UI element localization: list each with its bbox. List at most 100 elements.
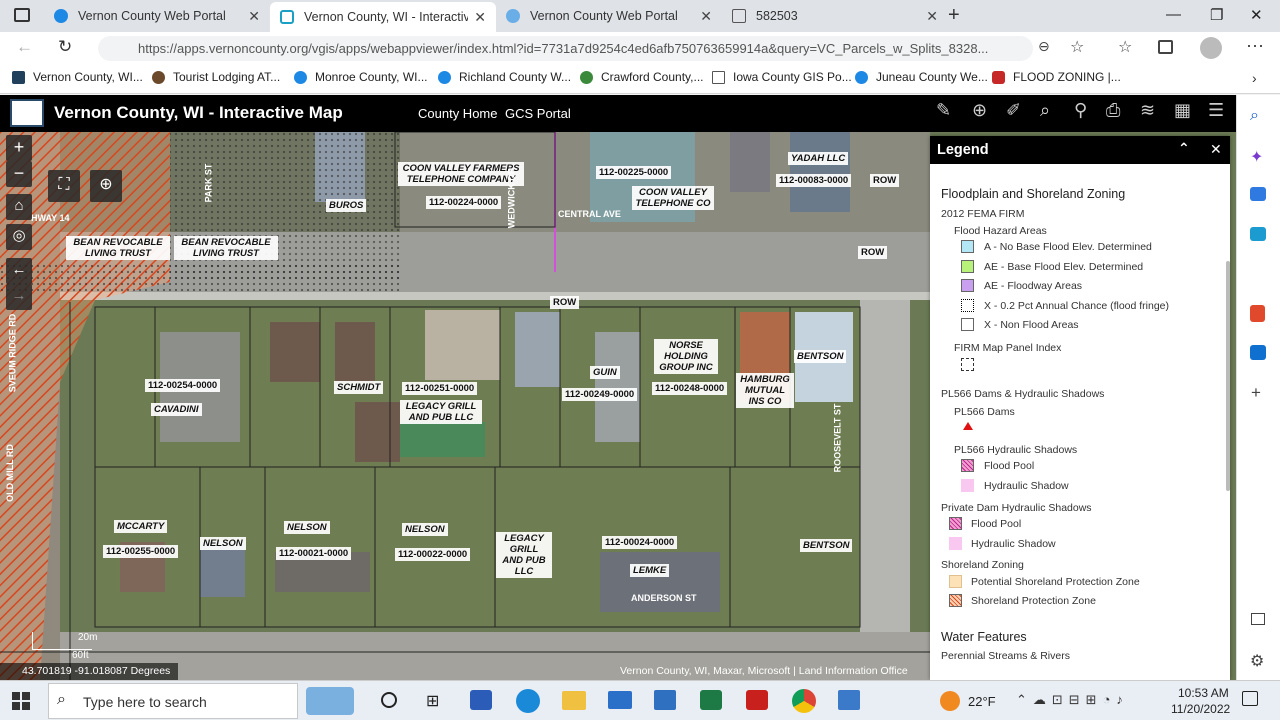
cortana-icon[interactable] — [381, 692, 397, 708]
legend-swatch — [961, 358, 974, 371]
windows-start-icon[interactable] — [12, 692, 30, 710]
street-label: ROOSEVELT ST — [832, 403, 843, 473]
bookmark-5[interactable]: Crawford County,... — [580, 70, 703, 84]
close-tab-icon[interactable]: ✕ — [700, 8, 712, 25]
menu-icon[interactable]: ☰ — [1208, 100, 1232, 124]
bookmark-7[interactable]: Juneau County We... — [855, 70, 988, 84]
outlook-icon[interactable] — [1250, 345, 1266, 360]
street-view-icon[interactable]: ⛶ — [48, 170, 80, 202]
maximize-button[interactable]: ❐ — [1210, 6, 1223, 24]
search-icon[interactable]: ⌕ — [1250, 107, 1259, 125]
query-icon[interactable]: ⚲ — [1074, 100, 1098, 124]
edge-icon[interactable] — [516, 689, 540, 713]
minimize-button[interactable]: — — [1166, 6, 1181, 23]
tools-icon[interactable] — [1250, 227, 1266, 241]
close-icon[interactable]: ✕ — [1210, 141, 1222, 158]
taskbar-search-box[interactable]: ⌕ Type here to search — [48, 683, 298, 719]
print-icon[interactable]: ⎙ — [1106, 100, 1130, 124]
url-field[interactable]: https://apps.vernoncounty.org/vgis/apps/… — [98, 36, 1033, 61]
search-icon[interactable]: ⌕ — [1040, 100, 1064, 124]
file-explorer-icon[interactable] — [562, 691, 586, 710]
bookmark-2[interactable]: Tourist Lodging AT... — [152, 70, 280, 84]
street-label: ANDERSON ST — [631, 593, 697, 603]
previous-extent-button[interactable]: ← — [6, 258, 32, 284]
shopping-icon[interactable] — [1250, 187, 1266, 201]
bookmarks-more-icon[interactable]: › — [1252, 70, 1257, 86]
bookmark-3[interactable]: Monroe County, WI... — [294, 70, 427, 84]
weather-temp[interactable]: 22°F — [968, 694, 996, 709]
legend-item: Hydraulic Shadow — [971, 538, 1056, 550]
bookmark-6[interactable]: Iowa County GIS Po... — [712, 70, 852, 84]
fema-icon — [992, 70, 1005, 84]
mail-icon[interactable] — [608, 691, 632, 709]
close-tab-icon[interactable]: ✕ — [474, 9, 486, 26]
legend-swatch — [961, 299, 974, 312]
legend-scrollbar[interactable] — [1226, 261, 1230, 491]
tab-1[interactable]: Vernon County Web Portal ✕ — [44, 0, 270, 32]
favorites-icon[interactable]: ☆ — [1118, 37, 1132, 57]
refresh-button[interactable]: ↻ — [58, 37, 72, 57]
measure-icon[interactable]: ✎ — [936, 100, 960, 124]
back-button[interactable]: ← — [16, 37, 33, 57]
layers-icon[interactable]: ≋ — [1140, 100, 1164, 124]
street-label: PARK ST — [203, 163, 214, 203]
draw-icon[interactable]: ✐ — [1006, 100, 1030, 124]
scale-metric: 20m — [78, 632, 98, 643]
profile-avatar[interactable] — [1200, 37, 1222, 59]
acrobat-icon[interactable] — [746, 690, 768, 710]
basemap-gallery-icon[interactable]: ⊕ — [972, 100, 996, 124]
excel-icon[interactable] — [700, 690, 722, 710]
sidebar-toggle-icon[interactable] — [1251, 613, 1265, 625]
more-menu-icon[interactable]: ··· — [1246, 35, 1264, 56]
bookmark-1[interactable]: Vernon County, WI... — [12, 70, 143, 84]
notification-icon[interactable] — [1242, 691, 1258, 706]
word-icon[interactable] — [470, 690, 492, 710]
scale-imperial: 60ft — [72, 650, 89, 661]
office-icon[interactable] — [1250, 305, 1265, 322]
collapse-icon[interactable]: ⌃ — [1178, 140, 1190, 157]
county-home-link[interactable]: County Home — [418, 106, 497, 121]
tab-4[interactable]: 582503 ✕ — [722, 0, 948, 32]
favorite-add-icon[interactable]: ☆ — [1070, 37, 1084, 57]
chrome-icon[interactable] — [792, 689, 816, 713]
system-tray-icons[interactable]: ⌃☁⊡⊟⊞◔♪ — [1016, 692, 1129, 708]
new-tab-button[interactable]: + — [948, 4, 960, 27]
settings-icon[interactable]: ⚙ — [1250, 651, 1264, 671]
close-tab-icon[interactable]: ✕ — [248, 8, 260, 25]
globe-icon — [855, 70, 868, 84]
legend-shoreland: Shoreland Zoning — [941, 559, 1024, 571]
add-icon[interactable]: + — [1251, 383, 1261, 403]
photos-icon[interactable] — [838, 690, 860, 710]
gcs-portal-link[interactable]: GCS Portal — [505, 106, 571, 121]
tab-actions-icon[interactable] — [14, 8, 30, 22]
close-window-button[interactable]: ✕ — [1250, 6, 1263, 24]
legend-item: X - Non Flood Areas — [984, 319, 1079, 331]
apps-grid-icon[interactable]: ▦ — [1174, 100, 1198, 124]
legend-dams-group: PL566 Dams & Hydraulic Shadows — [941, 388, 1105, 400]
tab-3[interactable]: Vernon County Web Portal ✕ — [496, 0, 722, 32]
tab-label: Vernon County Web Portal — [78, 9, 226, 23]
street-label: CENTRAL AVE — [558, 209, 621, 219]
legend-item: Hydraulic Shadow — [984, 480, 1069, 492]
tab-2[interactable]: Vernon County, WI - Interactive ✕ — [270, 2, 496, 32]
next-extent-button[interactable]: → — [6, 284, 32, 310]
close-tab-icon[interactable]: ✕ — [926, 8, 938, 25]
clock-time[interactable]: 10:53 AM — [1178, 686, 1229, 700]
bookmark-4[interactable]: Richland County W... — [438, 70, 571, 84]
collections-icon[interactable] — [1158, 40, 1173, 54]
home-button[interactable]: ⌂ — [6, 194, 32, 220]
parcel-id-label: 112-00083-0000 — [776, 174, 852, 187]
zoom-in-button[interactable]: + — [6, 135, 32, 161]
task-view-icon[interactable]: ⊞ — [426, 691, 439, 711]
search-highlight-icon[interactable] — [306, 687, 354, 715]
zoom-out-button[interactable]: − — [6, 161, 32, 187]
overview-globe-icon[interactable]: ⊕ — [90, 170, 122, 202]
legend-private-group: Private Dam Hydraulic Shadows — [941, 502, 1092, 514]
my-location-button[interactable]: ◎ — [6, 224, 32, 250]
bookmark-8[interactable]: FLOOD ZONING |... — [992, 70, 1121, 84]
owner-label: NELSON — [284, 521, 330, 534]
copilot-icon[interactable]: ✦ — [1250, 147, 1263, 167]
zoom-icon[interactable]: ⊖ — [1038, 38, 1050, 55]
store-icon[interactable] — [654, 690, 676, 710]
clock-date[interactable]: 11/20/2022 — [1171, 702, 1230, 716]
